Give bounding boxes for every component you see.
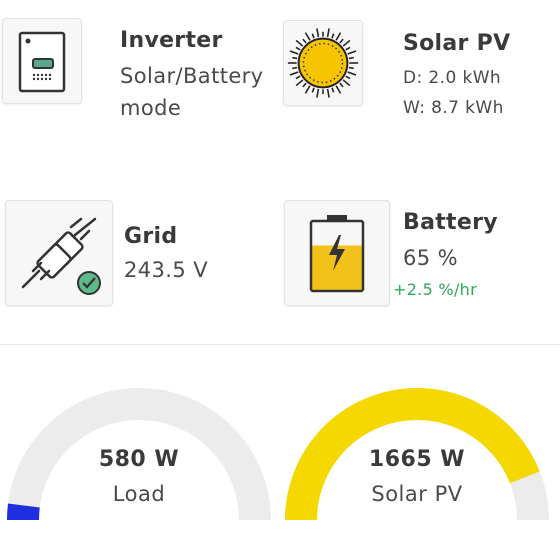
solar-tile[interactable] [283,20,363,106]
inverter-mode-line1: Solar/Battery [120,64,264,88]
sun-ray [347,71,357,76]
sun-ray [335,85,342,94]
sun-ray [289,71,299,76]
sun-ray [311,33,315,39]
battery-icon [309,215,365,293]
plug-icon [21,217,101,295]
sun-ray [342,79,351,87]
sun-ray [348,66,354,70]
grid-tile[interactable] [5,200,113,306]
inverter-tile[interactable] [2,18,82,104]
sun-ray [316,88,320,98]
inverter-mode-line2: mode [120,96,182,120]
sun-ray [295,46,301,51]
solar-gauge-label: Solar PV [371,482,463,506]
sun-ray [292,66,298,70]
sun-ray [295,79,304,87]
sun-ray [335,32,342,41]
solar-day-energy: D: 2.0 kWh [403,68,502,88]
sun-icon [287,28,359,98]
battery-tile[interactable] [284,200,390,306]
sun-ray [295,39,304,47]
battery-charge: 65 % [403,246,458,270]
battery-rate: +2.5 %/hr [393,280,477,299]
sun-ray [292,56,298,60]
sun-ray [311,87,315,93]
sun-ray [347,50,357,55]
sun-ray [295,75,301,80]
sun-ray [289,50,299,55]
sun-ray [348,56,354,60]
grid-title: Grid [124,224,178,249]
sun-ray [304,32,311,41]
sun-ray [345,75,351,80]
sun-ray [302,38,307,44]
sun-ray [339,82,344,88]
inverter-icon [18,31,66,93]
sun-ray [326,88,330,98]
load-label: Load [112,482,166,506]
sun-ray [316,28,320,38]
grid-voltage: 243.5 V [124,258,208,282]
solar-title: Solar PV [403,31,511,56]
sun-ray [302,82,307,88]
solar-week-energy: W: 8.7 kWh [403,98,504,118]
solar-gauge-value: 1665 W [368,447,466,472]
sun-ray [326,28,330,38]
sun-ray [331,33,335,39]
sun-ray [339,38,344,44]
section-divider [0,344,560,345]
load-gauge-fill [7,503,40,520]
sun-ray [304,85,311,94]
sun-ray [342,39,351,47]
load-value: 580 W [98,447,180,472]
sun-ray [331,87,335,93]
battery-title: Battery [403,210,498,235]
sun-ray [345,46,351,51]
inverter-title: Inverter [120,28,223,53]
